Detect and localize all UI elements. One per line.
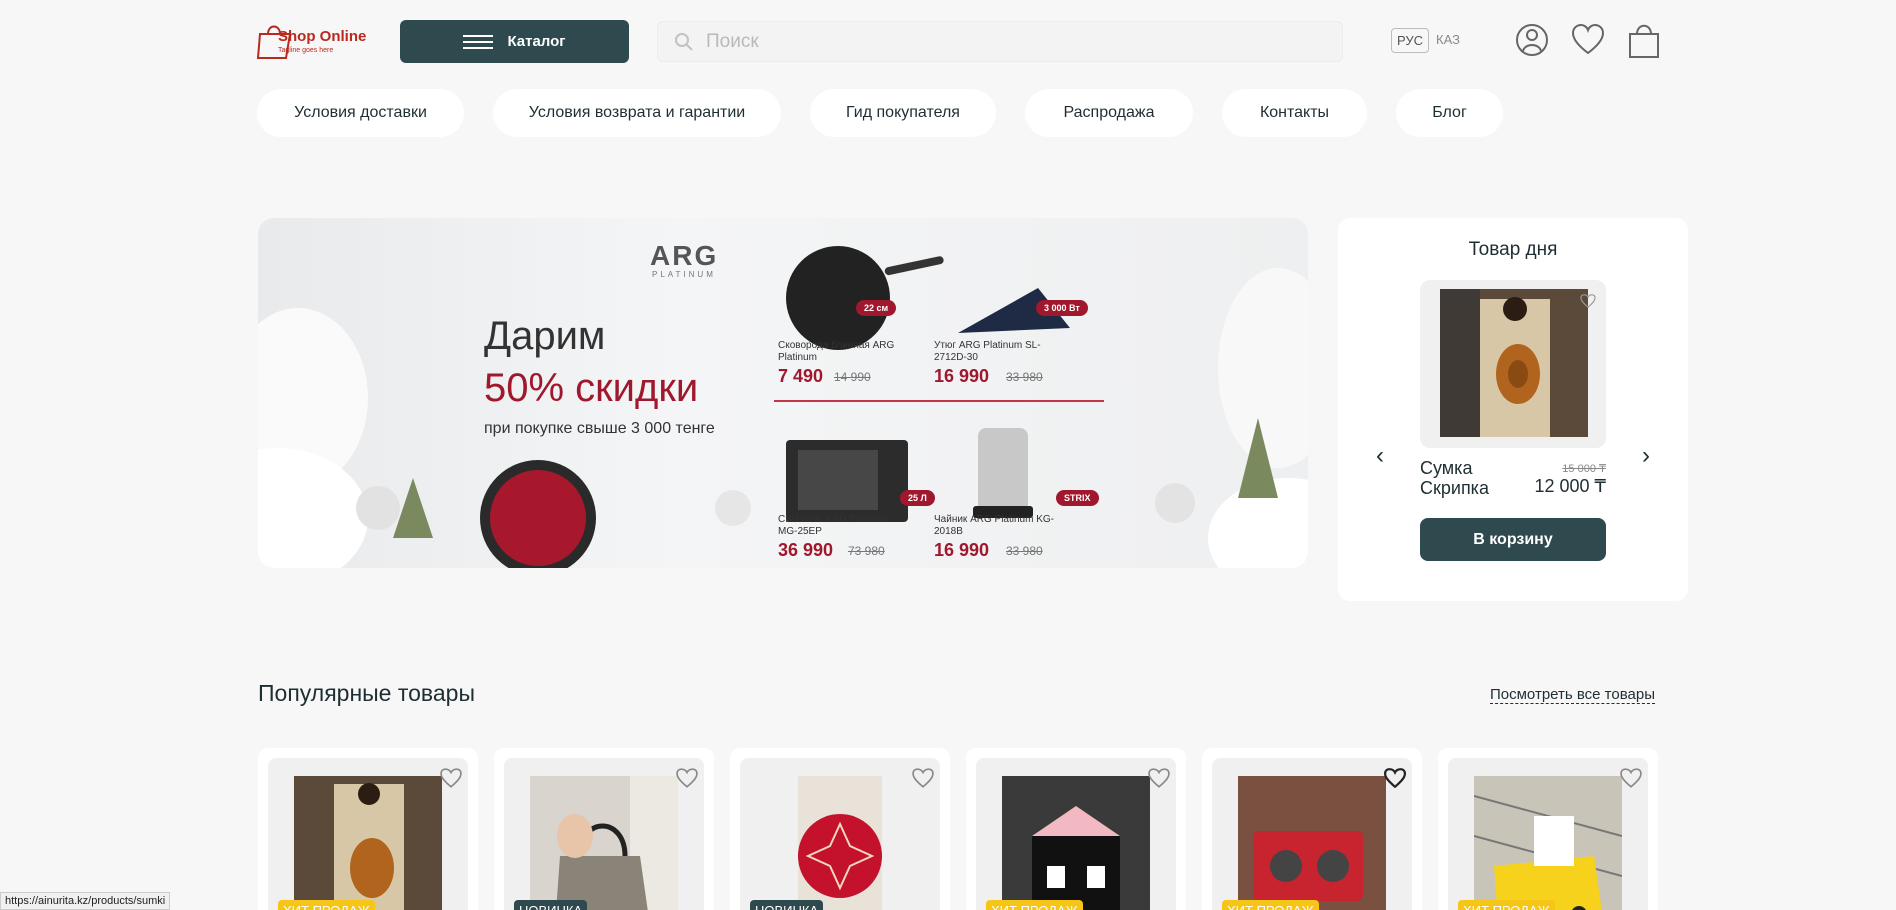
banner-divider xyxy=(774,400,1104,402)
search-bar[interactable] xyxy=(657,21,1343,62)
logo-name: Shop Online xyxy=(278,28,367,45)
product-card[interactable]: НОВИНКА xyxy=(494,748,714,910)
nav-buyer-guide[interactable]: Гид покупателя xyxy=(810,89,996,137)
language-switcher[interactable]: РУС КАЗ xyxy=(1391,28,1465,53)
product-image xyxy=(1474,776,1622,910)
add-to-cart-button[interactable]: В корзину xyxy=(1420,518,1606,561)
product-image xyxy=(1002,776,1150,910)
badge-hit: ХИТ ПРОДАЖ xyxy=(1458,900,1555,910)
banner-product-old-price: 33 980 xyxy=(1006,544,1043,558)
banner-product-name: СВЧ-печь ARG Platinum MG-25EP xyxy=(778,514,889,537)
banner-brand: ARG xyxy=(650,240,719,271)
search-icon xyxy=(675,32,693,51)
product-card[interactable]: ХИТ ПРОДАЖ xyxy=(966,748,1186,910)
badge-new: НОВИНКА xyxy=(750,900,824,910)
heart-icon[interactable] xyxy=(912,768,934,788)
banner-product-price: 36 990 xyxy=(778,540,834,560)
logo-tagline: Tagline goes here xyxy=(278,47,334,54)
heart-icon[interactable] xyxy=(1620,768,1642,788)
lang-kz[interactable]: КАЗ xyxy=(1431,28,1465,53)
banner-tag: STRIX xyxy=(1056,490,1099,506)
popular-title: Популярные товары xyxy=(258,680,475,706)
banner-product-name: Чайник ARG Platinum KG-2018B xyxy=(934,514,1054,537)
pod-title: Товар дня xyxy=(1468,239,1558,260)
heart-icon[interactable] xyxy=(1148,768,1170,788)
promo-banner[interactable]: ARG PLATINUM Дарим 50% скидки при покупк… xyxy=(258,218,1308,568)
banner-condition: при покупке свыше 3 000 тенге xyxy=(484,420,715,437)
pod-name[interactable]: Сумка Скрипка xyxy=(1420,458,1520,498)
product-of-day: Товар дня ‹ › Сумка Скрипка 15 000 ₸ 12 … xyxy=(1338,218,1688,601)
badge-hit: ХИТ ПРОДАЖ xyxy=(986,900,1083,910)
product-card[interactable]: ХИТ ПРОДАЖ xyxy=(1438,748,1658,910)
browser-status-url: https://ainurita.kz/products/sumki xyxy=(0,892,171,910)
menu-icon xyxy=(463,34,494,49)
catalog-label: Каталог xyxy=(507,33,566,50)
banner-product-old-price: 14 990 xyxy=(834,370,871,384)
heart-icon[interactable] xyxy=(676,768,698,788)
pod-price: 12 000 ₸ xyxy=(1534,476,1606,496)
nav-blog[interactable]: Блог xyxy=(1396,89,1503,137)
banner-product-name: Сковорода блинная ARG Platinum xyxy=(778,340,895,363)
chevron-left-icon[interactable]: ‹ xyxy=(1376,442,1384,470)
logo[interactable]: Shop Online Tagline goes here xyxy=(256,14,371,66)
banner-tag: 22 см xyxy=(856,300,897,316)
product-card[interactable]: ХИТ ПРОДАЖ xyxy=(1202,748,1422,910)
banner-product-old-price: 33 980 xyxy=(1006,370,1043,384)
banner-brand-sub: PLATINUM xyxy=(652,270,716,279)
banner-product-price: 7 490 xyxy=(778,366,824,386)
banner-tag: 25 Л xyxy=(900,490,935,506)
banner-discount: 50% скидки xyxy=(484,366,699,410)
view-all-link[interactable]: Посмотреть все товары xyxy=(1490,686,1655,704)
banner-product-old-price: 73 980 xyxy=(848,544,885,558)
violin-bag-photo xyxy=(1440,289,1588,437)
banner-product-price: 16 990 xyxy=(934,540,990,560)
banner-product-price: 16 990 xyxy=(934,366,990,386)
chevron-right-icon[interactable]: › xyxy=(1642,442,1650,470)
banner-tag: 3 000 Вт xyxy=(1036,300,1088,316)
badge-hit: ХИТ ПРОДАЖ xyxy=(278,900,375,910)
heart-icon[interactable] xyxy=(1570,20,1606,60)
product-image xyxy=(798,776,882,910)
nav-delivery[interactable]: Условия доставки xyxy=(257,89,464,137)
banner-product-name: Утюг ARG Platinum SL-2712D-30 xyxy=(934,340,1041,363)
top-nav: Условия доставки Условия возврата и гара… xyxy=(257,89,1503,137)
product-card[interactable]: НОВИНКА xyxy=(730,748,950,910)
heart-icon[interactable] xyxy=(440,768,462,788)
user-icon[interactable] xyxy=(1514,20,1550,60)
product-card[interactable]: ХИТ ПРОДАЖ xyxy=(258,748,478,910)
search-input[interactable] xyxy=(706,30,1306,53)
lang-ru[interactable]: РУС xyxy=(1391,28,1430,53)
nav-sale[interactable]: Распродажа xyxy=(1025,89,1193,137)
nav-returns[interactable]: Условия возврата и гарантии xyxy=(493,89,781,137)
product-image xyxy=(530,776,678,910)
nav-contacts[interactable]: Контакты xyxy=(1222,89,1367,137)
banner-headline: Дарим xyxy=(484,314,606,358)
badge-new: НОВИНКА xyxy=(514,900,588,910)
product-image xyxy=(294,776,442,910)
heart-icon[interactable] xyxy=(1384,768,1406,788)
product-image xyxy=(1238,776,1386,910)
badge-hit: ХИТ ПРОДАЖ xyxy=(1222,900,1319,910)
heart-icon[interactable] xyxy=(1580,294,1596,308)
pod-old-price: 15 000 ₸ xyxy=(1562,463,1606,475)
catalog-button[interactable]: Каталог xyxy=(400,20,629,63)
cart-bag-icon[interactable] xyxy=(1626,20,1662,60)
pod-image[interactable] xyxy=(1420,280,1606,448)
